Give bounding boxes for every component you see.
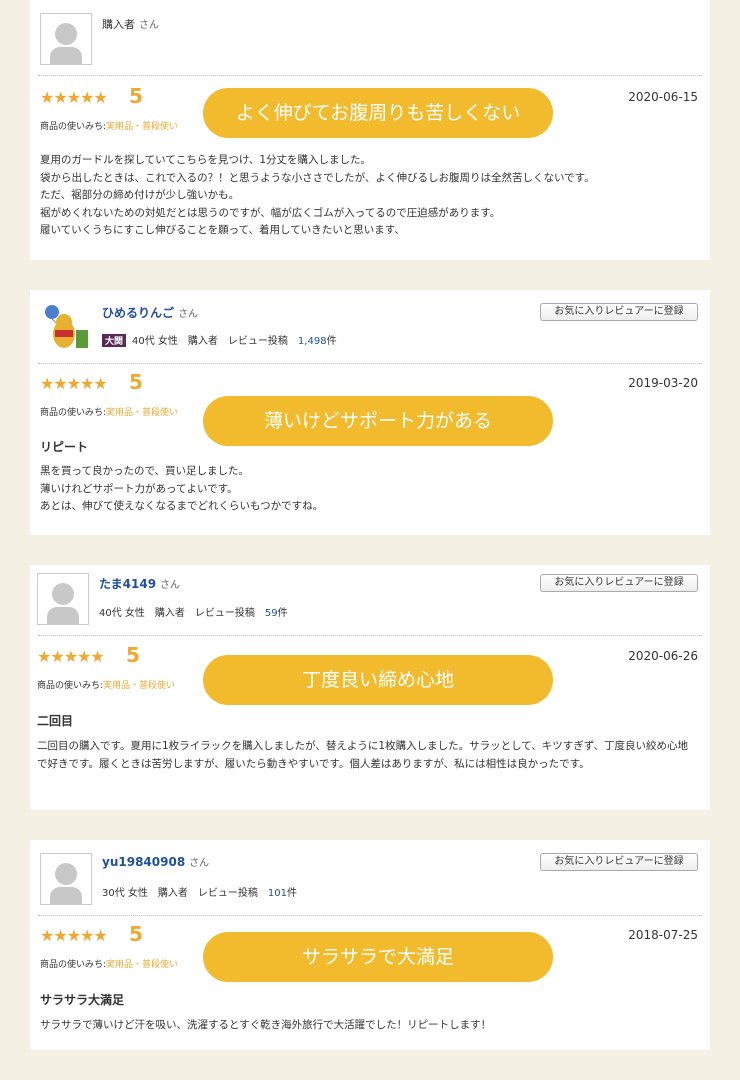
star-rating: ★★★★★ [40, 88, 108, 107]
review-title: サラサラ大満足 [40, 993, 125, 1007]
rating-score: 5 [129, 370, 143, 394]
reviewer-name[interactable]: たま4149 さん [99, 575, 180, 592]
rating-score: 5 [129, 84, 143, 108]
reviewer-name: 購入者 さん [102, 18, 159, 31]
divider [38, 635, 702, 636]
favorite-reviewer-button[interactable]: お気に入りレビュアーに登録 [540, 853, 698, 871]
review-title: リピート [40, 440, 89, 454]
highlight-pill: よく伸びてお腹周りも苦しくない [203, 88, 553, 138]
divider [38, 363, 702, 364]
review-count-link[interactable]: 1,498 [298, 336, 327, 347]
review-date: 2019-03-20 [628, 376, 698, 390]
avatar [40, 300, 92, 352]
star-rating: ★★★★★ [40, 926, 108, 945]
usage: 商品の使いみち:実用品・普段使い [40, 960, 179, 970]
review-card: ひめるりんご さん 大関 40代 女性 購入者 レビュー投稿 1,498件 お気に入… [30, 290, 710, 535]
reviewer-meta: 大関 40代 女性 購入者 レビュー投稿 1,498件 [102, 332, 337, 347]
divider [38, 915, 702, 916]
review-date: 2018-07-25 [628, 928, 698, 942]
review-count-link[interactable]: 59 [265, 608, 278, 619]
divider [38, 75, 702, 76]
review-date: 2020-06-26 [628, 649, 698, 663]
rating-score: 5 [129, 922, 143, 946]
favorite-reviewer-button[interactable]: お気に入りレビュアーに登録 [540, 303, 698, 321]
reviewer-name[interactable]: yu19840908 さん [102, 854, 209, 869]
review-card: yu19840908 さん 30代 女性 購入者 レビュー投稿 101件 お気に入… [30, 840, 710, 1050]
reviewer-meta: 30代 女性 購入者 レビュー投稿 101件 [102, 888, 297, 899]
highlight-pill: 薄いけどサポート力がある [203, 396, 553, 446]
reviewer-name[interactable]: ひめるりんご さん [102, 304, 198, 321]
review-body: サラサラで薄いけど汗を吸い、洗濯するとすぐ乾き海外旅行で大活躍でした！リピートし… [40, 1019, 492, 1031]
highlight-pill: サラサラで大満足 [203, 932, 553, 982]
review-date: 2020-06-15 [628, 90, 698, 104]
avatar [37, 573, 89, 625]
avatar [40, 853, 92, 905]
rank-badge: 大関 [102, 334, 127, 347]
star-rating: ★★★★★ [40, 374, 108, 393]
review-count-link[interactable]: 101 [268, 888, 287, 899]
highlight-pill: 丁度良い締め心地 [203, 655, 553, 705]
usage: 商品の使いみち:実用品・普段使い [40, 122, 179, 132]
review-card: たま4149 さん 40代 女性 購入者 レビュー投稿 59件 お気に入りレビュア… [30, 565, 710, 810]
review-body: 黒を買って良かったので、買い足しました。 薄いけれどサポート力があってよいです。… [40, 465, 324, 512]
usage: 商品の使いみち:実用品・普段使い [37, 681, 176, 691]
review-card: 購入者 さん ★★★★★ 5 商品の使いみち:実用品・普段使い 2020-06-1… [30, 0, 710, 260]
review-body: 二回目の購入です。夏用に1枚ライラックを購入しましたが、替えように1枚購入しまし… [37, 740, 689, 770]
rating-score: 5 [126, 643, 140, 667]
favorite-reviewer-button[interactable]: お気に入りレビュアーに登録 [540, 574, 698, 592]
usage: 商品の使いみち:実用品・普段使い [40, 408, 179, 418]
star-rating: ★★★★★ [37, 647, 105, 666]
avatar [40, 13, 92, 65]
review-body: 夏用のガードルを探していてこちらを見つけ、1分丈を購入しました。 袋から出したと… [40, 154, 595, 236]
review-title: 二回目 [37, 714, 74, 728]
reviewer-meta: 40代 女性 購入者 レビュー投稿 59件 [99, 608, 288, 619]
